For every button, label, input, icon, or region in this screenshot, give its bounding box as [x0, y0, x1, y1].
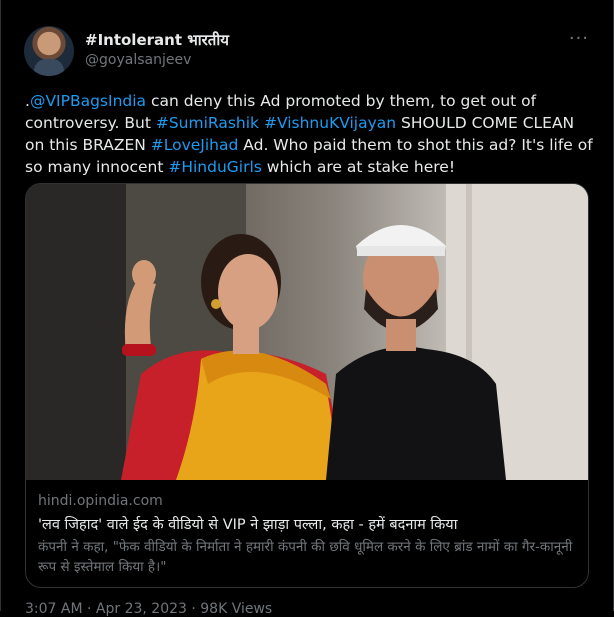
hashtag-link[interactable]: #LoveJihad: [151, 136, 239, 154]
tweet: #Intolerant भारतीय @goyalsanjeev ··· .@V…: [0, 0, 614, 617]
card-title[interactable]: 'लव जिहाद' वाले ईद के वीडियो से VIP ने झ…: [38, 514, 457, 534]
mention-link[interactable]: @VIPBagsIndia: [30, 92, 146, 110]
hashtag-link[interactable]: #HinduGirls: [168, 158, 262, 176]
tweet-timestamp-views[interactable]: 3:07 AM · Apr 23, 2023 · 98K Views: [25, 601, 272, 617]
tweet-text-part: which are at stake here!: [261, 158, 456, 176]
card-description: कंपनी ने कहा, "फेक वीडियो के निर्माता ने…: [38, 539, 573, 575]
avatar[interactable]: [24, 26, 74, 76]
author-name[interactable]: #Intolerant भारतीय: [85, 30, 229, 50]
card-image[interactable]: [26, 184, 588, 480]
link-card[interactable]: hindi.opindia.com 'लव जिहाद' वाले ईद के …: [25, 183, 589, 588]
tweet-text: .@VIPBagsIndia can deny this Ad promoted…: [25, 90, 593, 178]
more-horizontal-icon[interactable]: ···: [569, 28, 589, 49]
author-handle[interactable]: @goyalsanjeev: [85, 52, 191, 68]
hashtag-link[interactable]: #VishnuKVijayan: [264, 114, 396, 132]
hashtag-link[interactable]: #SumiRashik: [156, 114, 259, 132]
card-domain[interactable]: hindi.opindia.com: [38, 493, 163, 509]
